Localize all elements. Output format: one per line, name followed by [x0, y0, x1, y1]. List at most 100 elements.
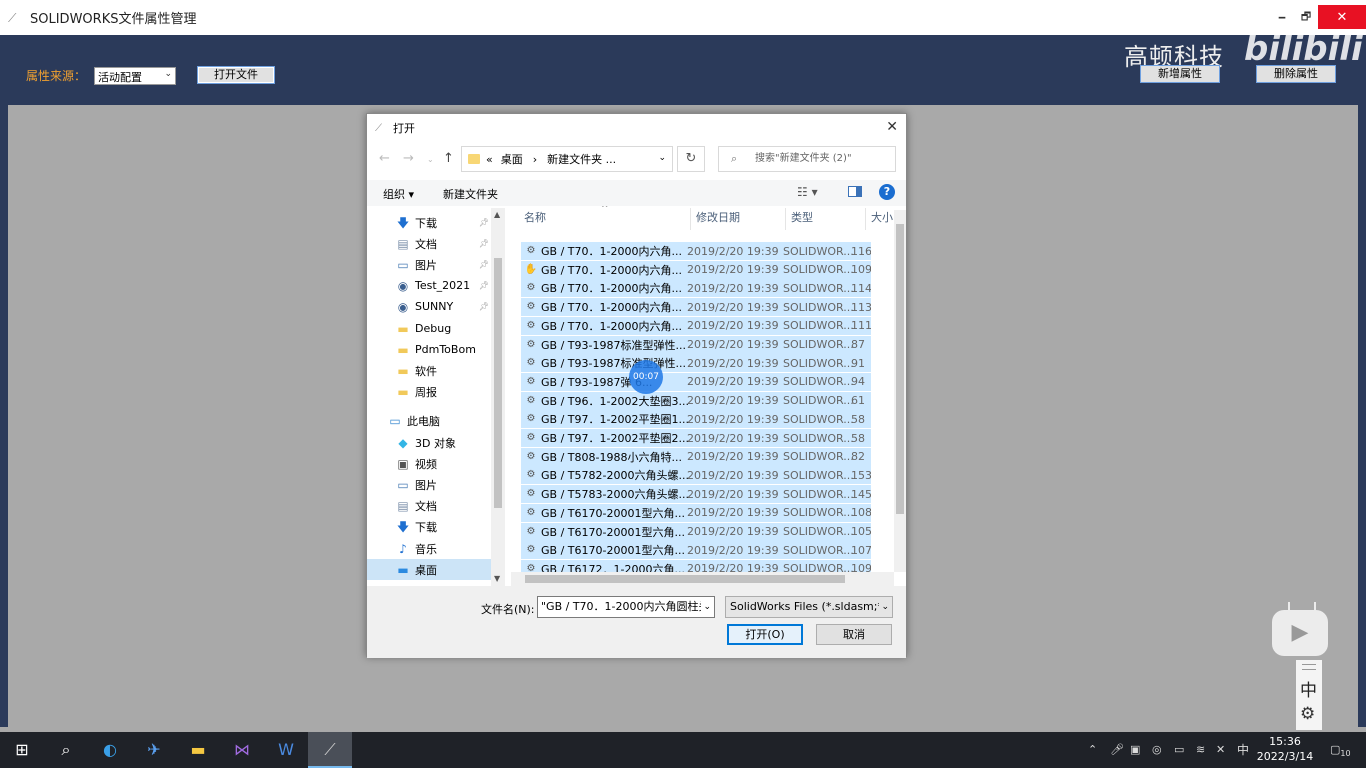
- nav-tree-item[interactable]: ♪ 音乐: [367, 538, 491, 559]
- nav-tree-item[interactable]: ▭ 此电脑: [367, 410, 491, 431]
- close-button[interactable]: ✕: [1318, 5, 1366, 29]
- scroll-down-icon[interactable]: ▼: [494, 574, 500, 583]
- file-row[interactable]: ⚙ GB / T97．1-2002平垫圈1... 2019/2/20 19:39 SO…: [521, 410, 871, 429]
- dialog-close-icon[interactable]: ✕: [886, 119, 898, 135]
- column-header-type[interactable]: 类型: [791, 210, 813, 234]
- file-row[interactable]: ⚙ GB / T93-1987弹 6... 2019/2/20 19:39 SOLID…: [521, 372, 871, 391]
- ime-toggle[interactable]: 中: [1300, 676, 1317, 701]
- column-separator[interactable]: [785, 208, 786, 230]
- tree-scroll-thumb[interactable]: [494, 258, 502, 508]
- nav-tree-item[interactable]: 🡇 下载 📌︎: [367, 212, 491, 233]
- address-bar[interactable]: « 桌面 › 新建文件夹 ... ⌄: [461, 146, 673, 172]
- play-icon[interactable]: ▶: [1272, 602, 1328, 656]
- wechat-icon[interactable]: ◎: [1152, 732, 1162, 768]
- file-row[interactable]: ⚙ GB / T97．1-2002平垫圈2... 2019/2/20 19:39 SO…: [521, 429, 871, 447]
- search-input[interactable]: ⌕ 搜索"新建文件夹 (2)": [718, 146, 896, 172]
- nav-tree-item[interactable]: ▭ 图片: [367, 474, 491, 495]
- delete-property-button[interactable]: 删除属性: [1256, 65, 1336, 83]
- back-arrow-icon[interactable]: ←: [379, 151, 390, 166]
- tray-chevron-icon[interactable]: ⌃: [1088, 732, 1097, 768]
- file-explorer-icon[interactable]: ▬: [176, 732, 220, 768]
- nav-tree-item[interactable]: ▤ 文档: [367, 495, 491, 516]
- nav-tree-item[interactable]: ▣ 视频: [367, 453, 491, 474]
- nav-tree-item[interactable]: ▬ 软件: [367, 360, 491, 381]
- feishu-icon[interactable]: ✈: [132, 732, 176, 768]
- visual-studio-icon[interactable]: ⋈: [220, 732, 264, 768]
- network-icon[interactable]: ≋: [1196, 732, 1205, 768]
- file-row[interactable]: ⚙ GB / T70．1-2000内六角... 2019/2/20 19:39 SOL…: [521, 279, 871, 298]
- new-folder-button[interactable]: 新建文件夹: [443, 186, 498, 202]
- nav-tree-item[interactable]: ◆ 3D 对象: [367, 432, 491, 453]
- recent-chevron-icon[interactable]: ⌄: [427, 155, 434, 164]
- file-row[interactable]: ⚙ GB / T70．1-2000内六角... 2019/2/20 19:39 SOL…: [521, 316, 871, 335]
- column-header-size[interactable]: 大小: [871, 210, 893, 234]
- column-header-name[interactable]: 名称: [524, 210, 546, 234]
- battery-icon[interactable]: ▭: [1174, 732, 1184, 768]
- property-source-select[interactable]: 活动配置 ⌄: [94, 67, 176, 85]
- file-row[interactable]: ⚙ GB / T6170-20001型六角... 2019/2/20 19:39 SO…: [521, 541, 871, 560]
- tree-scrollbar[interactable]: ▲ ▼: [491, 208, 505, 586]
- file-row[interactable]: ⚙ GB / T93-1987标准型弹性... 2019/2/20 19:39 SOL…: [521, 354, 871, 373]
- preview-pane-icon[interactable]: [848, 186, 862, 197]
- nav-tree-item[interactable]: ▬ 周报: [367, 381, 491, 402]
- help-icon[interactable]: ?: [879, 184, 895, 200]
- breadcrumb-desktop[interactable]: 桌面: [501, 151, 523, 167]
- view-options-icon[interactable]: ☷ ▾: [797, 185, 818, 199]
- file-list-vscrollbar[interactable]: [894, 210, 906, 572]
- nav-tree-item[interactable]: ▬ PdmToBom: [367, 339, 491, 360]
- chevron-down-icon[interactable]: ⌄: [879, 597, 889, 617]
- file-row[interactable]: ✋ GB / T70．1-2000内六角... 2019/2/20 19:39 SOL…: [521, 260, 871, 279]
- cancel-button[interactable]: 取消: [816, 624, 892, 645]
- chevron-down-icon[interactable]: ⌄: [701, 597, 711, 617]
- nav-tree-item[interactable]: ▭ 图片 📌︎: [367, 254, 491, 275]
- refresh-icon[interactable]: ↻: [677, 146, 705, 172]
- gear-icon[interactable]: ⚙: [1300, 704, 1315, 724]
- nav-tree-item[interactable]: ▬ Debug: [367, 318, 491, 339]
- nav-tree-item[interactable]: ◉ SUNNY 📌︎: [367, 296, 491, 317]
- file-type-filter[interactable]: SolidWorks Files (*.sldasm;*. ⌄: [725, 596, 893, 618]
- file-row[interactable]: ⚙ GB / T808-1988小六角特... 2019/2/20 19:39 SOL…: [521, 447, 871, 466]
- pin-icon: 📌︎: [478, 218, 489, 227]
- file-row[interactable]: ⚙ GB / T70．1-2000内六角... 2019/2/20 19:39 SOL…: [521, 298, 871, 317]
- notification-icon[interactable]: ▢10: [1330, 732, 1351, 768]
- word-icon[interactable]: W: [264, 732, 308, 768]
- windows-start-icon[interactable]: ⊞: [0, 732, 44, 768]
- filename-input[interactable]: "GB / T70．1-2000内六角圆柱头 ⌄: [537, 596, 715, 618]
- nav-tree-item[interactable]: ▬ 桌面: [367, 559, 491, 580]
- ime-indicator[interactable]: 中: [1237, 732, 1249, 768]
- menu-lines-icon[interactable]: [1302, 664, 1316, 670]
- column-header-date[interactable]: 修改日期: [696, 210, 740, 234]
- system-clock[interactable]: 15:36 2022/3/14: [1254, 734, 1316, 764]
- nav-tree-item[interactable]: ▤ 文档 📌︎: [367, 233, 491, 254]
- nav-tree-item[interactable]: ◉ Test_2021 📌︎: [367, 275, 491, 296]
- file-type: SOLIDWOR...: [783, 319, 854, 333]
- search-icon[interactable]: ⌕: [44, 732, 88, 768]
- file-row[interactable]: ⚙ GB / T5783-2000六角头螺... 2019/2/20 19:39 SO…: [521, 485, 871, 504]
- edge-icon[interactable]: ◐: [88, 732, 132, 768]
- up-arrow-icon[interactable]: ↑: [443, 151, 454, 166]
- file-row[interactable]: ⚙ GB / T96．1-2002大垫圈3... 2019/2/20 19:39 SO…: [521, 391, 871, 410]
- file-row[interactable]: ⚙ GB / T93-1987标准型弹性... 2019/2/20 19:39 SOL…: [521, 335, 871, 354]
- microphone-icon[interactable]: 🎤︎: [1110, 732, 1124, 768]
- file-row[interactable]: ⚙ GB / T6170-20001型六角... 2019/2/20 19:39 SO…: [521, 503, 871, 522]
- file-list-hscrollbar[interactable]: [511, 572, 894, 586]
- add-property-button[interactable]: 新增属性: [1140, 65, 1220, 83]
- nav-tree-item[interactable]: 🡇 下载: [367, 516, 491, 537]
- solidworks-app-icon[interactable]: ⟋: [308, 732, 352, 768]
- file-list-vscroll-thumb[interactable]: [896, 224, 904, 514]
- organize-button[interactable]: 组织 ▾: [383, 186, 414, 202]
- file-list-hscroll-thumb[interactable]: [525, 575, 845, 583]
- file-row[interactable]: ⚙ GB / T6170-20001型六角... 2019/2/20 19:39 SO…: [521, 522, 871, 541]
- scroll-up-icon[interactable]: ▲: [494, 210, 500, 219]
- column-separator[interactable]: [865, 208, 866, 230]
- open-button[interactable]: 打开(O): [727, 624, 803, 645]
- chevron-down-icon[interactable]: ⌄: [658, 153, 666, 163]
- security-icon[interactable]: ▣: [1130, 732, 1140, 768]
- forward-arrow-icon[interactable]: →: [403, 151, 414, 166]
- file-row[interactable]: ⚙ GB / T70．1-2000内六角... 2019/2/20 19:39 SOL…: [521, 242, 871, 260]
- breadcrumb-new-folder[interactable]: 新建文件夹 ...: [547, 151, 616, 167]
- open-file-button[interactable]: 打开文件: [197, 66, 275, 84]
- file-row[interactable]: ⚙ GB / T5782-2000六角头螺... 2019/2/20 19:39 SO…: [521, 466, 871, 485]
- column-separator[interactable]: [690, 208, 691, 230]
- volume-muted-icon[interactable]: ✕: [1216, 732, 1225, 768]
